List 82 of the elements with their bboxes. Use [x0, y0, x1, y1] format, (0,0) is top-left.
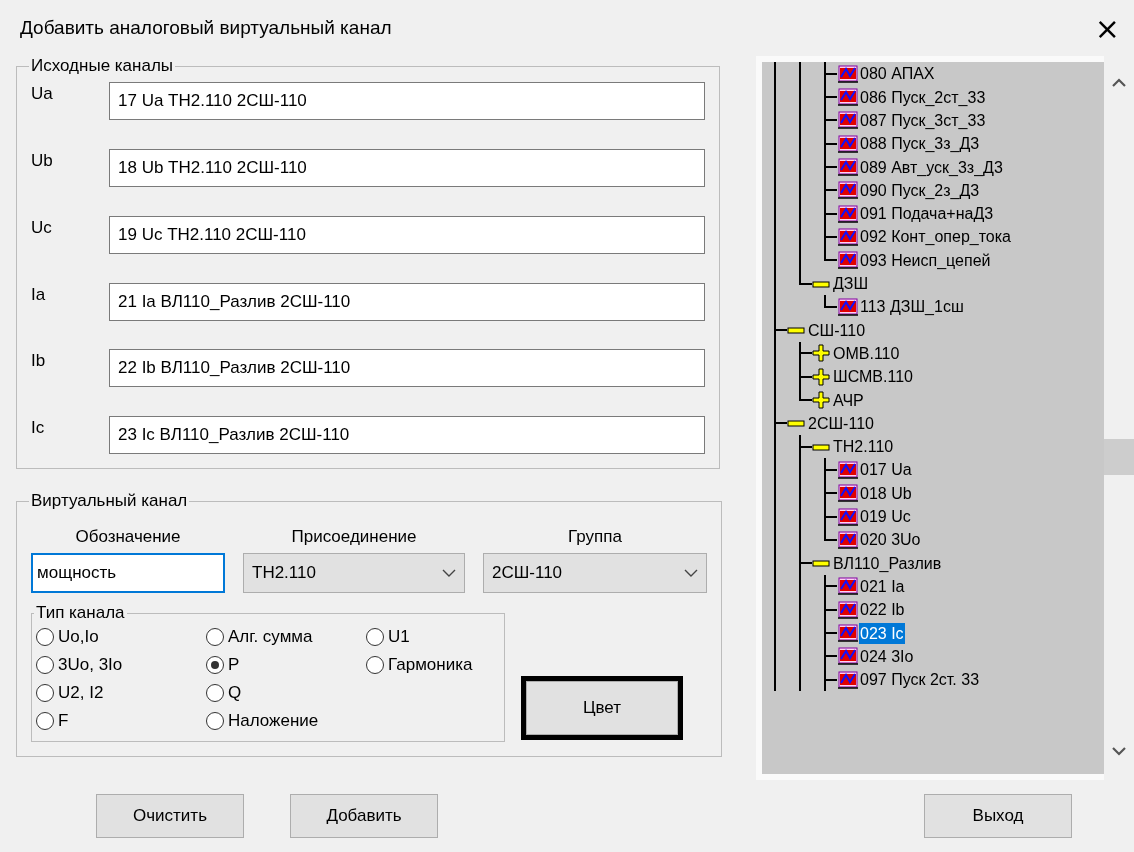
- channel-label: Uc: [31, 216, 53, 238]
- tree-item[interactable]: ТН2.110: [832, 436, 895, 458]
- group-title: Исходные каналы: [30, 56, 175, 77]
- close-button[interactable]: ×: [1090, 10, 1124, 46]
- tree-item[interactable]: ШСМВ.110: [832, 366, 914, 388]
- radio-option[interactable]: U1: [366, 623, 496, 652]
- tree-item[interactable]: 088 Пуск_3з_Д3: [859, 133, 981, 155]
- group-title: Тип канала: [35, 603, 126, 624]
- tree-item[interactable]: ОМВ.110: [832, 342, 901, 364]
- radio-icon[interactable]: [36, 712, 54, 731]
- tree-item[interactable]: СШ-110: [807, 319, 867, 341]
- tree-item[interactable]: 022 Ib: [859, 599, 906, 621]
- tree-item[interactable]: 023 Ic: [859, 622, 905, 644]
- clear-button[interactable]: Очистить: [96, 794, 244, 839]
- channel-label: Ib: [31, 350, 47, 372]
- plus-icon[interactable]: [812, 344, 830, 363]
- channel-field[interactable]: 23 Ic ВЛ110_Разлив 2СШ-110: [109, 416, 705, 455]
- window-title: Добавить аналоговый виртуальный канал: [20, 17, 392, 40]
- designation-field[interactable]: мощность: [31, 553, 225, 594]
- tree-item[interactable]: 019 Uc: [859, 506, 912, 528]
- radio-icon[interactable]: [206, 684, 224, 703]
- chevron-down-icon: [684, 569, 698, 578]
- scroll-thumb[interactable]: [1104, 439, 1134, 476]
- tree-item[interactable]: 2СШ-110: [807, 412, 875, 434]
- radio-icon[interactable]: [206, 656, 224, 675]
- tree-item[interactable]: 091 Подача+наД3: [859, 203, 995, 225]
- radio-icon[interactable]: [36, 684, 54, 703]
- radio-icon[interactable]: [366, 656, 384, 675]
- group-dropdown[interactable]: 2СШ-110: [483, 553, 707, 594]
- tree-item[interactable]: 089 Авт_уск_3з_Д3: [859, 156, 1004, 178]
- tree-item[interactable]: 086 Пуск_2ст_33: [859, 86, 987, 108]
- channel-label: Ub: [31, 150, 54, 172]
- tree-item[interactable]: 018 Ub: [859, 482, 913, 504]
- tree-item[interactable]: 021 Ia: [859, 575, 906, 597]
- tree-item[interactable]: 092 Конт_опер_тока: [859, 226, 1012, 248]
- radio-icon[interactable]: [206, 712, 224, 731]
- channel-field[interactable]: 19 Uc ТН2.110 2СШ-110: [109, 215, 705, 254]
- radio-option[interactable]: F: [36, 707, 206, 736]
- field-label: Группа: [567, 526, 623, 549]
- radio-option[interactable]: Q: [206, 679, 366, 708]
- tree-item[interactable]: АЧР: [832, 389, 865, 411]
- connection-dropdown[interactable]: ТН2.110: [243, 553, 465, 594]
- channel-label: Ia: [31, 283, 47, 305]
- channel-label: Ua: [31, 83, 54, 105]
- radio-option[interactable]: Uo,Io: [36, 623, 206, 652]
- tree-item[interactable]: 097 Пуск 2ст. 33: [859, 669, 981, 691]
- radio-icon[interactable]: [36, 628, 54, 647]
- channel-field[interactable]: 17 Ua ТН2.110 2СШ-110: [109, 82, 705, 121]
- radio-option[interactable]: Гармоника: [366, 651, 496, 680]
- add-button[interactable]: Добавить: [290, 794, 438, 839]
- tree-item[interactable]: 080 АПАХ: [859, 63, 936, 85]
- plus-icon[interactable]: [812, 367, 830, 386]
- tree-item[interactable]: 113 ДЗШ_1сш: [859, 296, 965, 318]
- radio-icon[interactable]: [366, 628, 384, 647]
- tree-item[interactable]: 024 3Io: [859, 645, 915, 667]
- field-label: Обозначение: [74, 526, 182, 549]
- tree-item[interactable]: 020 3Uo: [859, 529, 922, 551]
- scroll-up-icon[interactable]: [1112, 78, 1126, 89]
- channel-field[interactable]: 22 Ib ВЛ110_Разлив 2СШ-110: [109, 349, 705, 388]
- radio-option[interactable]: Наложение: [206, 707, 366, 736]
- radio-option[interactable]: U2, I2: [36, 679, 206, 708]
- tree-item[interactable]: 093 Неисп_цепей: [859, 249, 992, 271]
- chevron-down-icon: [442, 569, 456, 578]
- radio-icon[interactable]: [36, 656, 54, 675]
- radio-option[interactable]: 3Uo, 3Io: [36, 651, 206, 680]
- channel-field[interactable]: 21 Ia ВЛ110_Разлив 2СШ-110: [109, 282, 705, 321]
- group-title: Виртуальный канал: [30, 491, 189, 512]
- field-label: Присоединение: [290, 526, 418, 549]
- scroll-down-icon[interactable]: [1112, 746, 1126, 757]
- radio-option[interactable]: Алг. сумма: [206, 623, 366, 652]
- tree-item[interactable]: 090 Пуск_2з_Д3: [859, 179, 981, 201]
- tree-item[interactable]: 087 Пуск_3ст_33: [859, 110, 987, 131]
- tree-item[interactable]: ВЛ110_Разлив: [832, 552, 943, 574]
- exit-button[interactable]: Выход: [924, 794, 1072, 839]
- tree-item[interactable]: ДЗШ: [832, 273, 870, 295]
- plus-icon[interactable]: [812, 391, 830, 410]
- radio-option[interactable]: P: [206, 651, 366, 680]
- color-button[interactable]: Цвет: [521, 676, 683, 741]
- channel-field[interactable]: 18 Ub ТН2.110 2СШ-110: [109, 149, 705, 188]
- radio-icon[interactable]: [206, 628, 224, 647]
- tree-item[interactable]: 017 Ua: [859, 459, 913, 481]
- channel-label: Ic: [31, 417, 46, 439]
